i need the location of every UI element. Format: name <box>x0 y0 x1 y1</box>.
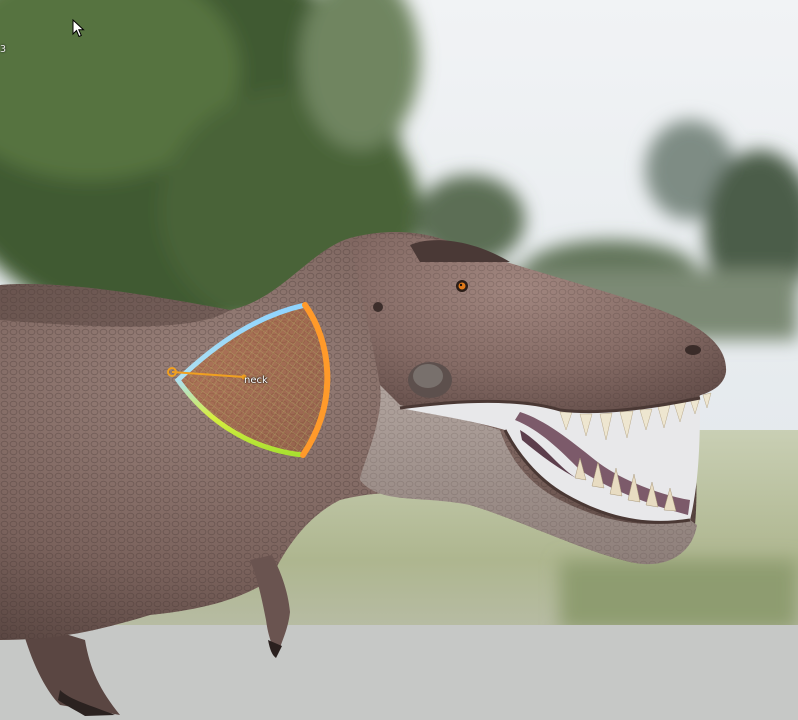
frame-counter: 3 <box>0 44 7 55</box>
bone-label-neck[interactable]: neck <box>244 375 268 386</box>
3d-viewport[interactable]: 3 neck <box>0 0 798 720</box>
mouse-pointer-icon <box>72 19 85 38</box>
viewport-scene <box>0 0 798 720</box>
